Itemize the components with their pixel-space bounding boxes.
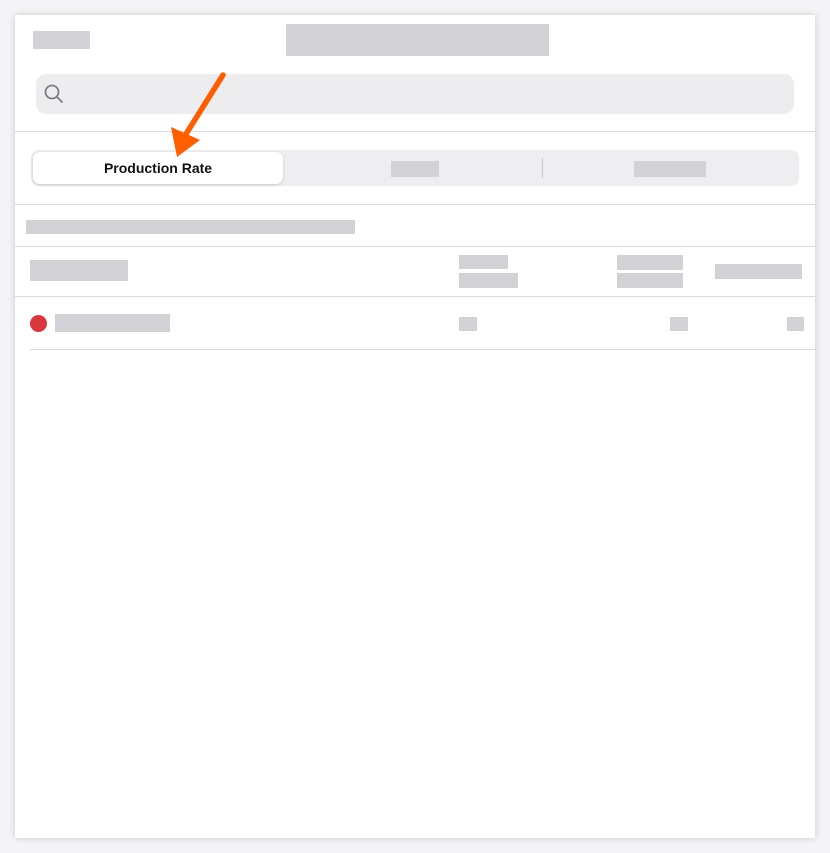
tab-second[interactable] [285, 152, 541, 184]
back-button[interactable] [33, 31, 90, 49]
tab-second-label [391, 161, 439, 177]
search-icon [44, 84, 63, 103]
row-value-2 [670, 317, 688, 331]
search-input[interactable] [36, 74, 794, 114]
column-header-3-line-2 [617, 273, 683, 288]
table-row[interactable] [15, 297, 815, 349]
section-heading [26, 220, 355, 234]
column-header-3-line-1 [617, 255, 683, 270]
row-value-1 [459, 317, 477, 331]
section-divider [15, 246, 815, 247]
column-header-name [30, 260, 128, 281]
status-dot [30, 315, 47, 332]
app-window: Production Rate [15, 15, 815, 838]
tab-third[interactable] [543, 152, 797, 184]
row-divider [30, 349, 815, 350]
tab-third-label [634, 161, 706, 177]
segmented-control: Production Rate [31, 150, 799, 186]
header-divider [15, 131, 815, 132]
tab-production-rate[interactable]: Production Rate [33, 152, 283, 184]
column-header-2-line-1 [459, 255, 508, 269]
column-header-4 [715, 264, 802, 279]
page-title [286, 24, 549, 56]
column-header-2-line-2 [459, 273, 518, 288]
row-value-3 [787, 317, 804, 331]
row-name [55, 314, 170, 332]
segment-divider-line [15, 204, 815, 205]
